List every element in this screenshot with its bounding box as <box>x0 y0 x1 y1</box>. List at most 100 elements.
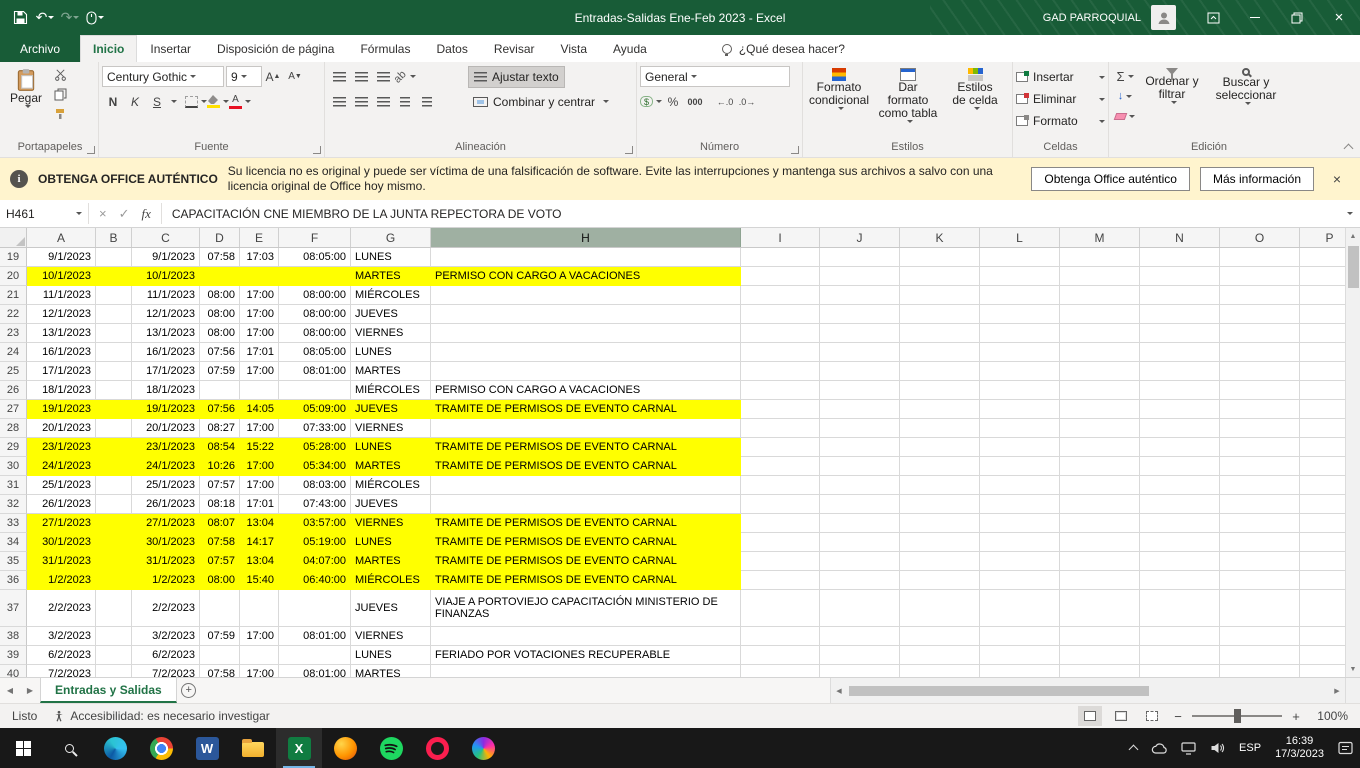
cell-M22[interactable] <box>1060 305 1140 324</box>
cell-K22[interactable] <box>900 305 980 324</box>
cell-F34[interactable]: 05:19:00 <box>279 533 351 552</box>
cell-M37[interactable] <box>1060 590 1140 627</box>
cell-F23[interactable]: 08:00:00 <box>279 324 351 343</box>
delete-cells-button[interactable]: Eliminar <box>1016 88 1105 110</box>
cell-E39[interactable] <box>240 646 279 665</box>
cell-J39[interactable] <box>820 646 900 665</box>
cell-B29[interactable] <box>96 438 132 457</box>
cell-C36[interactable]: 1/2/2023 <box>132 571 200 590</box>
cell-J34[interactable] <box>820 533 900 552</box>
percent-style-button[interactable]: % <box>662 92 684 112</box>
cell-E23[interactable]: 17:00 <box>240 324 279 343</box>
cell-F35[interactable]: 04:07:00 <box>279 552 351 571</box>
cell-J37[interactable] <box>820 590 900 627</box>
cell-M27[interactable] <box>1060 400 1140 419</box>
cell-B36[interactable] <box>96 571 132 590</box>
tab-disposición-de-página[interactable]: Disposición de página <box>204 35 347 62</box>
cell-I35[interactable] <box>741 552 820 571</box>
cell-H40[interactable] <box>431 665 741 677</box>
cell-P38[interactable] <box>1300 627 1345 646</box>
cell-A35[interactable]: 31/1/2023 <box>27 552 96 571</box>
cell-L35[interactable] <box>980 552 1060 571</box>
cell-K30[interactable] <box>900 457 980 476</box>
cell-J23[interactable] <box>820 324 900 343</box>
column-header-L[interactable]: L <box>980 228 1060 247</box>
tab-datos[interactable]: Datos <box>423 35 480 62</box>
cell-N35[interactable] <box>1140 552 1220 571</box>
cell-K25[interactable] <box>900 362 980 381</box>
cell-P27[interactable] <box>1300 400 1345 419</box>
cell-J30[interactable] <box>820 457 900 476</box>
cell-K23[interactable] <box>900 324 980 343</box>
cell-E27[interactable]: 14:05 <box>240 400 279 419</box>
cell-L23[interactable] <box>980 324 1060 343</box>
cell-P24[interactable] <box>1300 343 1345 362</box>
cell-J28[interactable] <box>820 419 900 438</box>
row-header-37[interactable]: 37 <box>0 590 27 627</box>
row-header-28[interactable]: 28 <box>0 419 27 438</box>
increase-font-button[interactable]: A▲ <box>262 67 284 87</box>
tray-volume[interactable] <box>1203 728 1232 768</box>
column-header-C[interactable]: C <box>132 228 200 247</box>
row-header-36[interactable]: 36 <box>0 571 27 590</box>
cell-O38[interactable] <box>1220 627 1300 646</box>
scroll-down-icon[interactable]: ▼ <box>1346 661 1360 677</box>
align-top-button[interactable] <box>328 67 350 87</box>
cell-O34[interactable] <box>1220 533 1300 552</box>
cell-F38[interactable]: 08:01:00 <box>279 627 351 646</box>
horizontal-scroll-thumb[interactable] <box>849 686 1149 696</box>
cell-O32[interactable] <box>1220 495 1300 514</box>
cell-C37[interactable]: 2/2/2023 <box>132 590 200 627</box>
row-header-30[interactable]: 30 <box>0 457 27 476</box>
cell-H19[interactable] <box>431 248 741 267</box>
cell-M24[interactable] <box>1060 343 1140 362</box>
cell-C40[interactable]: 7/2/2023 <box>132 665 200 677</box>
cell-O29[interactable] <box>1220 438 1300 457</box>
cell-N20[interactable] <box>1140 267 1220 286</box>
cell-F24[interactable]: 08:05:00 <box>279 343 351 362</box>
cell-O30[interactable] <box>1220 457 1300 476</box>
autosum-button[interactable]: Σ <box>1114 66 1136 86</box>
cell-F30[interactable]: 05:34:00 <box>279 457 351 476</box>
cell-J36[interactable] <box>820 571 900 590</box>
row-header-21[interactable]: 21 <box>0 286 27 305</box>
cell-E24[interactable]: 17:01 <box>240 343 279 362</box>
tray-show-hidden-icons[interactable] <box>1123 728 1144 768</box>
cell-B33[interactable] <box>96 514 132 533</box>
row-header-32[interactable]: 32 <box>0 495 27 514</box>
cell-F22[interactable]: 08:00:00 <box>279 305 351 324</box>
cell-G29[interactable]: LUNES <box>351 438 431 457</box>
cell-K40[interactable] <box>900 665 980 677</box>
horizontal-scrollbar[interactable]: ◀ ▶ <box>830 678 1345 703</box>
cell-G23[interactable]: VIERNES <box>351 324 431 343</box>
cell-O39[interactable] <box>1220 646 1300 665</box>
cell-L37[interactable] <box>980 590 1060 627</box>
cell-H30[interactable]: TRAMITE DE PERMISOS DE EVENTO CARNAL <box>431 457 741 476</box>
cell-M21[interactable] <box>1060 286 1140 305</box>
cell-O27[interactable] <box>1220 400 1300 419</box>
cell-G20[interactable]: MARTES <box>351 267 431 286</box>
cell-F20[interactable] <box>279 267 351 286</box>
cell-C25[interactable]: 17/1/2023 <box>132 362 200 381</box>
taskbar-spotify[interactable] <box>368 728 414 768</box>
cell-N39[interactable] <box>1140 646 1220 665</box>
cell-L31[interactable] <box>980 476 1060 495</box>
cell-styles-button[interactable]: Estilos de celda <box>944 64 1006 110</box>
scroll-right-icon[interactable]: ▶ <box>1329 687 1345 695</box>
cell-N40[interactable] <box>1140 665 1220 677</box>
font-color-button[interactable]: A <box>229 92 251 112</box>
cell-D36[interactable]: 08:00 <box>200 571 240 590</box>
paste-button[interactable]: Pegar <box>5 64 47 108</box>
cell-P20[interactable] <box>1300 267 1345 286</box>
cell-I27[interactable] <box>741 400 820 419</box>
orientation-button[interactable]: ab <box>394 67 416 87</box>
cell-J21[interactable] <box>820 286 900 305</box>
tell-me-search[interactable]: ¿Qué desea hacer? <box>722 35 845 62</box>
cell-D34[interactable]: 07:58 <box>200 533 240 552</box>
italic-button[interactable]: K <box>124 92 146 112</box>
cell-K33[interactable] <box>900 514 980 533</box>
cell-H23[interactable] <box>431 324 741 343</box>
cell-E35[interactable]: 13:04 <box>240 552 279 571</box>
cell-L30[interactable] <box>980 457 1060 476</box>
cell-C27[interactable]: 19/1/2023 <box>132 400 200 419</box>
